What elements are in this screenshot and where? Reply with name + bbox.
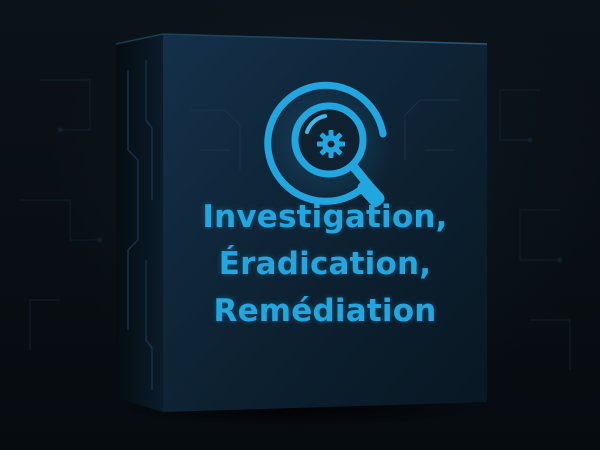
title-line-remediation: Remédiation: [213, 293, 437, 329]
box-front: Investigation, Éradication, Remédiation: [163, 34, 487, 412]
title-line-investigation: Investigation,: [202, 199, 448, 235]
product-box-scene: Investigation, Éradication, Remédiation: [0, 0, 600, 450]
box-side-panel: [116, 34, 163, 412]
product-title: Investigation, Éradication, Remédiation: [163, 194, 487, 335]
title-line-eradication: Éradication,: [218, 246, 432, 282]
